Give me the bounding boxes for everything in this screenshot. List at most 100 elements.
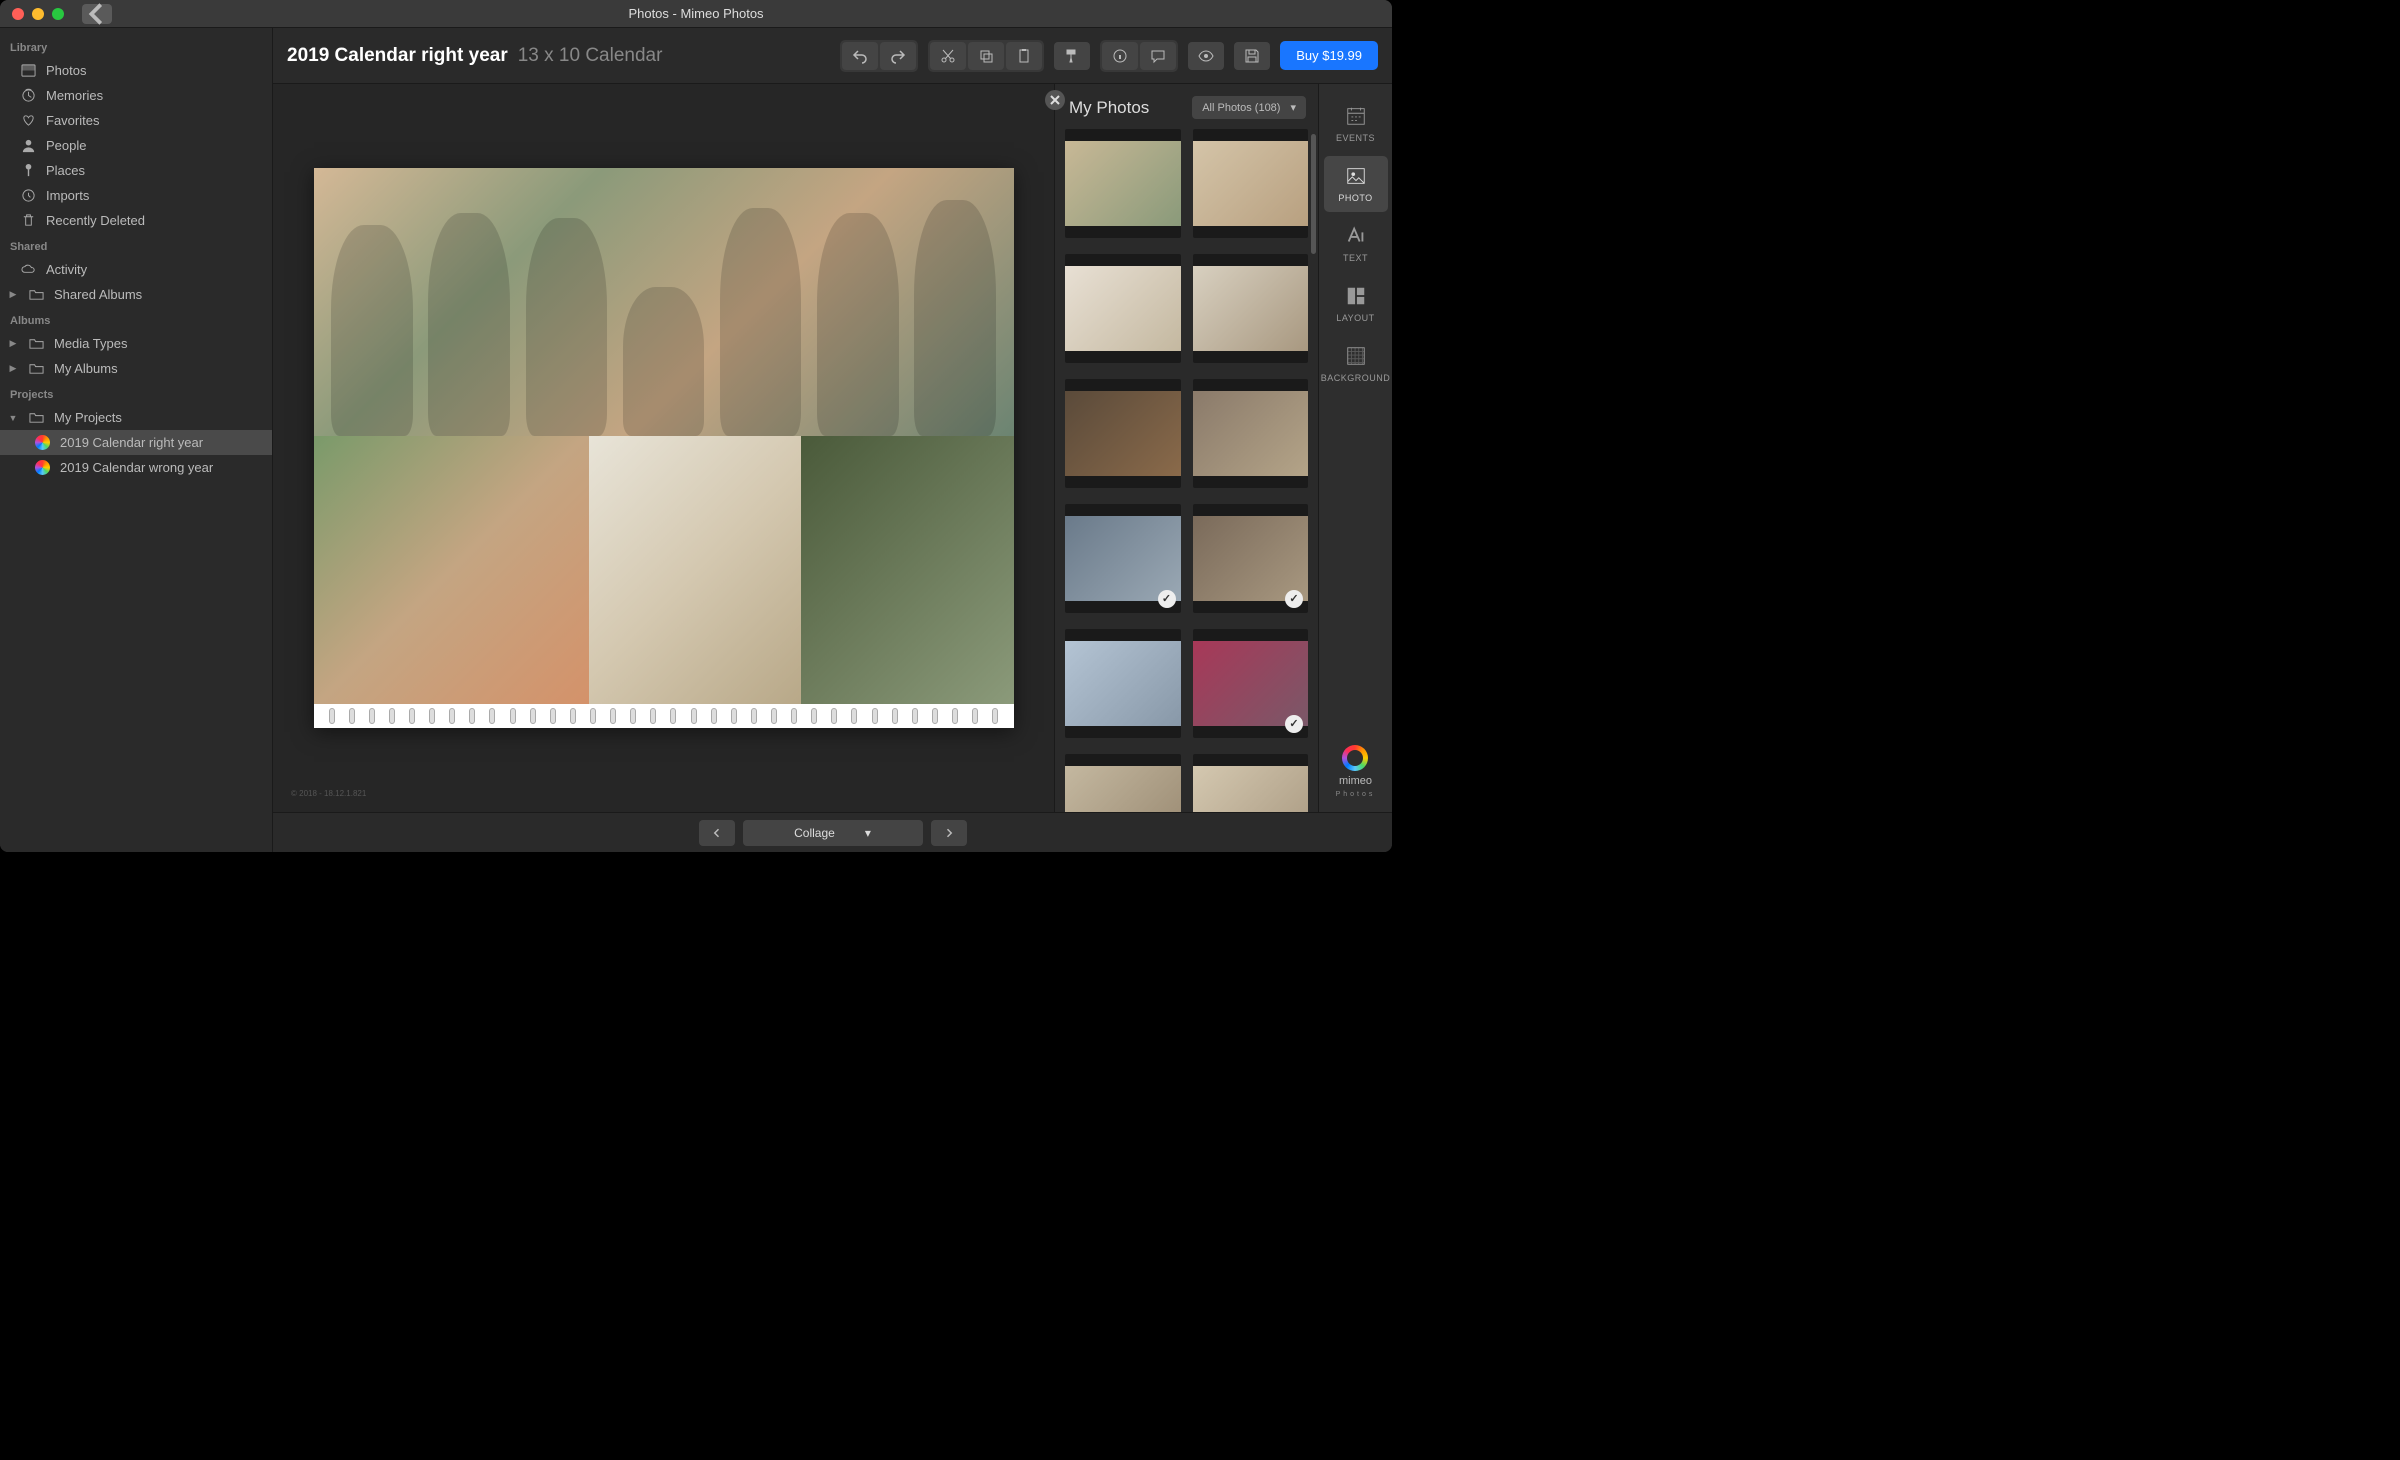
sidebar-item-shared-albums[interactable]: ▶ Shared Albums	[0, 282, 272, 307]
photo-thumbnail[interactable]	[1065, 379, 1181, 488]
spiral-binding	[314, 704, 1014, 728]
sidebar: Library Photos Memories Favorites People…	[0, 28, 273, 852]
photo-thumbnail[interactable]	[1193, 129, 1309, 238]
photo-thumbnail[interactable]	[1065, 254, 1181, 363]
rail-item-photo[interactable]: PHOTO	[1324, 156, 1388, 212]
rail-item-background[interactable]: BACKGROUND	[1324, 336, 1388, 392]
photo-thumbnail[interactable]	[1193, 254, 1309, 363]
text-icon	[1345, 225, 1367, 247]
back-button[interactable]	[82, 4, 112, 24]
comment-button[interactable]	[1140, 42, 1176, 70]
sidebar-item-my-projects[interactable]: ▼ My Projects	[0, 405, 272, 430]
format-button[interactable]	[1054, 42, 1090, 70]
sidebar-item-label: Shared Albums	[54, 287, 142, 302]
sidebar-item-my-albums[interactable]: ▶ My Albums	[0, 356, 272, 381]
sidebar-item-label: Imports	[46, 188, 89, 203]
collage-photo-bottom-center[interactable]	[589, 436, 801, 704]
triangle-down-icon[interactable]: ▼	[8, 413, 18, 423]
thumbnail-scroll[interactable]: ✓ ✓ ✓	[1055, 129, 1318, 812]
cut-button[interactable]	[930, 42, 966, 70]
zoom-window-button[interactable]	[52, 8, 64, 20]
info-button[interactable]	[1102, 42, 1138, 70]
pager: Collage ▾	[273, 812, 1392, 852]
copy-icon	[978, 48, 994, 64]
calendar-icon	[1345, 105, 1367, 127]
next-page-button[interactable]	[931, 820, 967, 846]
sidebar-item-media-types[interactable]: ▶ Media Types	[0, 331, 272, 356]
paint-icon	[1064, 48, 1080, 64]
page-mode-dropdown[interactable]: Collage ▾	[743, 820, 923, 846]
photo-thumbnail[interactable]	[1065, 129, 1181, 238]
sidebar-item-label: People	[46, 138, 86, 153]
triangle-right-icon[interactable]: ▶	[8, 289, 18, 300]
sidebar-item-places[interactable]: Places	[0, 158, 272, 183]
section-header-library: Library	[0, 34, 272, 58]
section-header-albums: Albums	[0, 307, 272, 331]
redo-button[interactable]	[880, 42, 916, 70]
close-window-button[interactable]	[12, 8, 24, 20]
edit-group	[928, 40, 1044, 72]
section-header-shared: Shared	[0, 233, 272, 257]
paste-button[interactable]	[1006, 42, 1042, 70]
photo-thumbnail[interactable]	[1065, 754, 1181, 812]
triangle-right-icon[interactable]: ▶	[8, 338, 18, 349]
panel-title: My Photos	[1069, 98, 1149, 118]
undo-button[interactable]	[842, 42, 878, 70]
paste-icon	[1016, 48, 1032, 64]
collage-photo-bottom-right[interactable]	[801, 436, 1013, 704]
sidebar-item-label: My Projects	[54, 410, 122, 425]
sidebar-item-label: 2019 Calendar wrong year	[60, 460, 213, 475]
close-panel-button[interactable]	[1045, 90, 1065, 110]
brand-sub: Photos	[1336, 791, 1376, 798]
preview-button[interactable]	[1188, 42, 1224, 70]
rail-item-text[interactable]: TEXT	[1324, 216, 1388, 272]
rail-item-label: EVENTS	[1336, 133, 1375, 143]
rail-item-events[interactable]: EVENTS	[1324, 96, 1388, 152]
used-badge-icon: ✓	[1285, 715, 1303, 733]
sidebar-item-favorites[interactable]: Favorites	[0, 108, 272, 133]
prev-page-button[interactable]	[699, 820, 735, 846]
mimeo-icon	[34, 435, 50, 451]
chat-icon	[1150, 48, 1166, 64]
rail-item-layout[interactable]: LAYOUT	[1324, 276, 1388, 332]
undo-icon	[852, 48, 868, 64]
buy-button[interactable]: Buy $19.99	[1280, 41, 1378, 70]
folder-icon	[28, 336, 44, 352]
copy-button[interactable]	[968, 42, 1004, 70]
sidebar-item-project-right-year[interactable]: 2019 Calendar right year	[0, 430, 272, 455]
sidebar-item-label: Media Types	[54, 336, 127, 351]
photo-thumbnail[interactable]	[1065, 629, 1181, 738]
minimize-window-button[interactable]	[32, 8, 44, 20]
rail-item-label: BACKGROUND	[1321, 373, 1391, 383]
collage-photo-bottom-left[interactable]	[314, 436, 590, 704]
sidebar-item-label: Activity	[46, 262, 87, 277]
collage-photo-top[interactable]	[314, 168, 1014, 436]
photo-thumbnail[interactable]	[1193, 379, 1309, 488]
photo-filter-dropdown[interactable]: All Photos (108) ▾	[1192, 96, 1306, 119]
photo-thumbnail[interactable]: ✓	[1193, 629, 1309, 738]
sidebar-item-activity[interactable]: Activity	[0, 257, 272, 282]
photo-thumbnail[interactable]: ✓	[1193, 504, 1309, 613]
chevron-down-icon: ▾	[1290, 101, 1296, 114]
sidebar-item-memories[interactable]: Memories	[0, 83, 272, 108]
info-icon	[1112, 48, 1128, 64]
save-button[interactable]	[1234, 42, 1270, 70]
triangle-right-icon[interactable]: ▶	[8, 363, 18, 374]
eye-icon	[1198, 48, 1214, 64]
sidebar-item-imports[interactable]: Imports	[0, 183, 272, 208]
scrollbar-thumb[interactable]	[1311, 134, 1316, 254]
photo-thumbnail[interactable]: ✓	[1065, 504, 1181, 613]
sidebar-item-recently-deleted[interactable]: Recently Deleted	[0, 208, 272, 233]
photo-thumbnail[interactable]	[1193, 754, 1309, 812]
calendar-page[interactable]	[314, 168, 1014, 728]
undo-redo-group	[840, 40, 918, 72]
sidebar-item-project-wrong-year[interactable]: 2019 Calendar wrong year	[0, 455, 272, 480]
section-header-projects: Projects	[0, 381, 272, 405]
sidebar-item-people[interactable]: People	[0, 133, 272, 158]
brand-name: mimeo	[1339, 775, 1372, 787]
canvas-area: © 2018 - 18.12.1.821 My Photos All Photo…	[273, 84, 1392, 812]
sidebar-item-photos[interactable]: Photos	[0, 58, 272, 83]
cloud-icon	[20, 262, 36, 278]
mimeo-circle-icon	[1342, 745, 1368, 771]
sidebar-item-label: My Albums	[54, 361, 118, 376]
